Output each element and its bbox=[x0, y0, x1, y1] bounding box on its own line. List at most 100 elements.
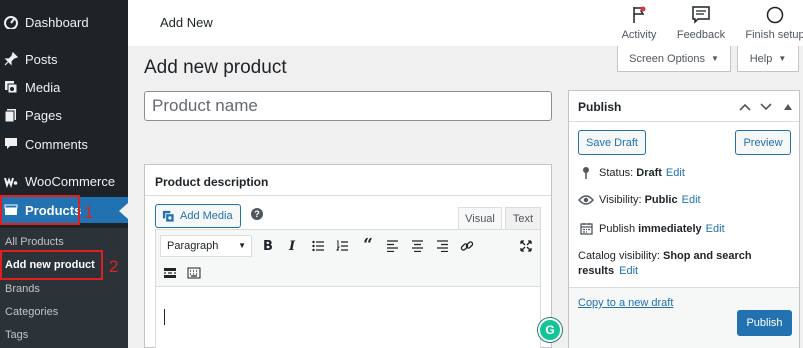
caret-down-icon: ▼ bbox=[238, 241, 246, 250]
sidebar-item-label: Pages bbox=[25, 107, 62, 123]
sidebar-item-pages[interactable]: Pages bbox=[0, 102, 128, 128]
move-up-icon[interactable] bbox=[737, 99, 753, 115]
fullscreen-icon[interactable] bbox=[518, 238, 534, 254]
add-media-label: Add Media bbox=[180, 210, 233, 222]
numbered-list-icon[interactable] bbox=[334, 238, 350, 254]
grammarly-icon[interactable]: G bbox=[538, 318, 562, 342]
align-left-icon[interactable] bbox=[384, 238, 400, 254]
description-heading: Product description bbox=[155, 175, 269, 189]
divider bbox=[569, 121, 799, 122]
status-row: Status: Draft Edit bbox=[578, 166, 685, 180]
feedback-icon bbox=[692, 6, 710, 29]
preview-button[interactable]: Preview bbox=[735, 130, 791, 155]
pin-icon bbox=[4, 52, 18, 66]
add-media-button[interactable]: Add Media bbox=[155, 204, 241, 228]
sidebar-item-label: WooCommerce bbox=[25, 173, 116, 189]
header-title: Add New bbox=[160, 15, 213, 30]
text-cursor bbox=[164, 309, 165, 325]
edit-catalog-visibility-link[interactable]: Edit bbox=[619, 265, 638, 277]
activity-label: Activity bbox=[621, 29, 657, 41]
submenu-brands[interactable]: Brands bbox=[5, 283, 40, 295]
collapse-icon[interactable] bbox=[780, 99, 796, 115]
edit-visibility-link[interactable]: Edit bbox=[682, 194, 701, 206]
annotation-box-add-new bbox=[0, 250, 103, 280]
bold-icon[interactable]: B bbox=[260, 238, 276, 254]
feedback-label: Feedback bbox=[676, 29, 726, 41]
finish-setup-label: Finish setup bbox=[745, 29, 803, 41]
woocommerce-icon bbox=[4, 174, 18, 188]
media-icon bbox=[4, 80, 18, 94]
sidebar-item-woocommerce[interactable]: WooCommerce bbox=[0, 168, 128, 194]
dashboard-icon bbox=[4, 15, 18, 29]
visibility-value: Public bbox=[644, 194, 678, 206]
screen-options-button[interactable]: Screen Options ▼ bbox=[617, 46, 731, 72]
tab-text[interactable]: Text bbox=[505, 207, 541, 229]
tab-visual[interactable]: Visual bbox=[458, 207, 502, 229]
save-draft-button[interactable]: Save Draft bbox=[578, 130, 646, 155]
sidebar-item-comments[interactable]: Comments bbox=[0, 131, 128, 157]
edit-status-link[interactable]: Edit bbox=[666, 167, 685, 179]
publish-button[interactable]: Publish bbox=[737, 310, 792, 336]
status-value: Draft bbox=[636, 167, 662, 179]
product-description-box: Product description Add Media ? Visual T… bbox=[144, 164, 552, 348]
annotation-number-2: 2 bbox=[109, 257, 119, 276]
pin-icon bbox=[578, 166, 594, 180]
status-label: Status: bbox=[599, 167, 634, 179]
edit-publish-date-link[interactable]: Edit bbox=[706, 223, 725, 235]
calendar-icon bbox=[578, 222, 594, 235]
publish-date-row: Publish immediately Edit bbox=[578, 222, 725, 235]
annotation-box-products bbox=[0, 195, 80, 225]
active-menu-arrow bbox=[119, 203, 128, 219]
catalog-visibility-label: Catalog visibility: bbox=[578, 250, 660, 262]
submenu-tags[interactable]: Tags bbox=[5, 329, 28, 341]
screen-options-label: Screen Options bbox=[629, 52, 705, 65]
sidebar-item-posts[interactable]: Posts bbox=[0, 46, 128, 72]
toolbar-toggle-icon[interactable] bbox=[186, 265, 202, 281]
help-button[interactable]: Help ▼ bbox=[737, 46, 799, 72]
publish-heading: Publish bbox=[578, 100, 622, 114]
admin-sidebar: Dashboard Posts Media Pages Comments Woo… bbox=[0, 0, 128, 348]
flag-icon bbox=[631, 6, 647, 29]
submenu-all-products[interactable]: All Products bbox=[5, 236, 64, 248]
sidebar-item-label: Comments bbox=[25, 136, 88, 152]
sidebar-item-label: Posts bbox=[25, 51, 58, 67]
publish-date-label: Publish bbox=[599, 222, 636, 235]
read-more-icon[interactable] bbox=[162, 265, 178, 281]
top-header: Add New Activity Feedback Finish setup bbox=[128, 0, 803, 46]
help-label: Help bbox=[749, 52, 773, 65]
copy-to-draft-link[interactable]: Copy to a new draft bbox=[578, 297, 673, 309]
help-icon[interactable]: ? bbox=[251, 208, 263, 220]
sidebar-item-dashboard[interactable]: Dashboard bbox=[0, 9, 128, 35]
submenu-categories[interactable]: Categories bbox=[5, 306, 58, 318]
comment-icon bbox=[4, 137, 18, 151]
visibility-label: Visibility: bbox=[599, 194, 642, 206]
activity-button[interactable]: Activity bbox=[604, 6, 674, 42]
divider bbox=[145, 195, 551, 196]
format-select[interactable]: Paragraph ▼ bbox=[160, 235, 252, 257]
italic-icon[interactable]: I bbox=[284, 238, 300, 254]
format-select-value: Paragraph bbox=[167, 240, 219, 252]
feedback-button[interactable]: Feedback bbox=[666, 6, 736, 42]
media-icon bbox=[162, 210, 175, 223]
visibility-row: Visibility: Public Edit bbox=[578, 194, 701, 206]
sidebar-item-label: Media bbox=[25, 79, 61, 95]
eye-icon bbox=[578, 195, 594, 205]
move-down-icon[interactable] bbox=[758, 99, 774, 115]
annotation-number-1: 1 bbox=[84, 203, 94, 222]
link-icon[interactable] bbox=[459, 238, 475, 254]
catalog-visibility-row: Catalog visibility: Shop and search resu… bbox=[578, 249, 788, 279]
editor-toolbar: Paragraph ▼ B I “ bbox=[155, 229, 541, 287]
finish-setup-button[interactable]: Finish setup bbox=[740, 6, 803, 42]
products-submenu: All Products Add new product Brands Cate… bbox=[0, 228, 128, 348]
blockquote-icon[interactable]: “ bbox=[360, 235, 376, 255]
sidebar-item-media[interactable]: Media bbox=[0, 74, 128, 100]
content-editor[interactable] bbox=[155, 287, 541, 348]
bullet-list-icon[interactable] bbox=[310, 238, 326, 254]
sidebar-item-label: Dashboard bbox=[25, 14, 89, 30]
pages-icon bbox=[4, 108, 18, 122]
align-right-icon[interactable] bbox=[434, 238, 450, 254]
publish-date-value: immediately bbox=[638, 222, 702, 235]
align-center-icon[interactable] bbox=[409, 238, 425, 254]
product-name-input[interactable]: Product name bbox=[144, 91, 552, 121]
page-title: Add new product bbox=[144, 57, 287, 78]
